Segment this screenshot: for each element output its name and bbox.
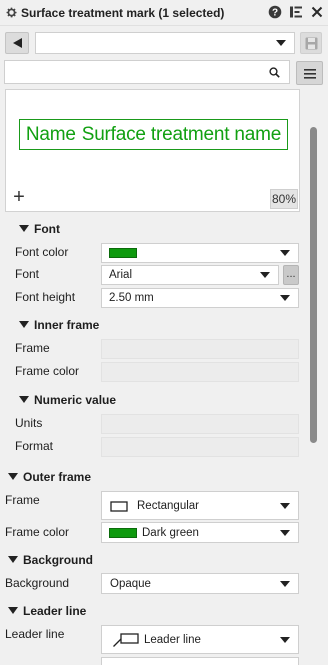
- leader-line-select[interactable]: Leader line: [101, 625, 299, 654]
- collapse-triangle-icon: [19, 396, 29, 403]
- format-field: [101, 437, 299, 457]
- font-select-value: Arial: [109, 269, 133, 281]
- font-height-value: 2.50 mm: [109, 292, 154, 304]
- outer-frame-value: Rectangular: [137, 499, 200, 512]
- close-icon[interactable]: [310, 5, 324, 21]
- outer-frame-label: Frame: [5, 493, 40, 507]
- search-input[interactable]: [4, 60, 290, 84]
- section-numeric-value-title: Numeric value: [34, 393, 117, 407]
- outer-frame-color-value: Dark green: [142, 526, 199, 539]
- chevron-down-icon: [280, 502, 290, 509]
- leader-line-value: Leader line: [144, 633, 201, 646]
- collapse-triangle-icon: [8, 473, 18, 480]
- search-icon[interactable]: [269, 67, 280, 78]
- collapse-triangle-icon: [19, 225, 29, 232]
- section-outer-frame-header[interactable]: Outer frame: [8, 470, 91, 484]
- outer-frame-color-label: Frame color: [5, 525, 70, 539]
- section-numeric-value-header[interactable]: Numeric value: [19, 393, 116, 407]
- font-color-label: Font color: [15, 245, 69, 259]
- inner-frame-color-field: [101, 362, 299, 382]
- font-height-label: Font height: [15, 290, 76, 304]
- section-background-header[interactable]: Background: [8, 553, 93, 567]
- add-element-button[interactable]: +: [9, 187, 29, 208]
- chevron-down-icon: [280, 636, 290, 643]
- format-label: Format: [15, 439, 54, 453]
- section-leader-line-title: Leader line: [23, 604, 87, 618]
- font-label: Font: [15, 267, 40, 281]
- outer-frame-color-swatch: [109, 527, 137, 538]
- inner-frame-color-label: Frame color: [15, 364, 80, 378]
- back-button[interactable]: [5, 32, 29, 54]
- layout-icon[interactable]: [289, 5, 303, 21]
- outer-frame-color-select[interactable]: Dark green: [101, 522, 299, 543]
- section-font-title: Font: [34, 222, 60, 236]
- menu-icon: [304, 69, 316, 79]
- font-more-button[interactable]: ...: [283, 265, 299, 285]
- leader-line-icon: [113, 633, 139, 647]
- zoom-level[interactable]: 80%: [270, 189, 298, 209]
- list-menu-button[interactable]: [296, 61, 323, 85]
- background-select[interactable]: Opaque: [101, 573, 299, 594]
- panel-title-bar: Surface treatment mark (1 selected) ?: [0, 0, 328, 26]
- font-color-select[interactable]: [101, 243, 299, 263]
- preview-value: Surface treatment name: [81, 124, 282, 145]
- inner-frame-label: Frame: [15, 341, 50, 355]
- inner-frame-field: [101, 339, 299, 359]
- save-button[interactable]: [300, 32, 322, 54]
- background-label: Background: [5, 576, 70, 590]
- chevron-down-icon: [280, 529, 290, 536]
- background-value: Opaque: [110, 577, 151, 590]
- units-label: Units: [15, 416, 43, 430]
- leader-line-label: Leader line: [5, 627, 65, 641]
- chevron-down-icon: [260, 272, 270, 278]
- outer-frame-select[interactable]: Rectangular: [101, 491, 299, 520]
- mark-preview: Name Surface treatment name + 80%: [5, 89, 300, 212]
- section-inner-frame-header[interactable]: Inner frame: [19, 318, 99, 332]
- section-font-header[interactable]: Font: [19, 222, 60, 236]
- font-height-select[interactable]: 2.50 mm: [101, 288, 299, 308]
- next-field-partial[interactable]: [101, 657, 299, 665]
- scrollbar-thumb[interactable]: [310, 127, 317, 443]
- style-select[interactable]: [35, 32, 295, 54]
- font-select[interactable]: Arial: [101, 265, 279, 285]
- section-leader-line-header[interactable]: Leader line: [8, 604, 86, 618]
- collapse-triangle-icon: [8, 556, 18, 563]
- preview-mark-label: Name Surface treatment name: [19, 119, 288, 150]
- chevron-down-icon: [280, 250, 290, 256]
- chevron-down-icon: [276, 40, 286, 46]
- rectangle-frame-icon: [110, 501, 128, 512]
- collapse-triangle-icon: [19, 321, 29, 328]
- help-icon[interactable]: ?: [268, 5, 282, 21]
- section-inner-frame-title: Inner frame: [34, 318, 100, 332]
- panel-title: Surface treatment mark (1 selected): [21, 6, 225, 20]
- svg-text:?: ?: [272, 8, 278, 19]
- triangle-left-icon: [13, 38, 22, 48]
- units-field: [101, 414, 299, 434]
- preview-name: Name: [25, 124, 76, 145]
- section-outer-frame-title: Outer frame: [23, 470, 92, 484]
- section-background-title: Background: [23, 553, 94, 567]
- chevron-down-icon: [280, 580, 290, 587]
- chevron-down-icon: [280, 295, 290, 301]
- gear-icon[interactable]: [5, 6, 19, 20]
- save-icon: [305, 37, 318, 50]
- collapse-triangle-icon: [8, 607, 18, 614]
- font-color-swatch: [109, 248, 137, 258]
